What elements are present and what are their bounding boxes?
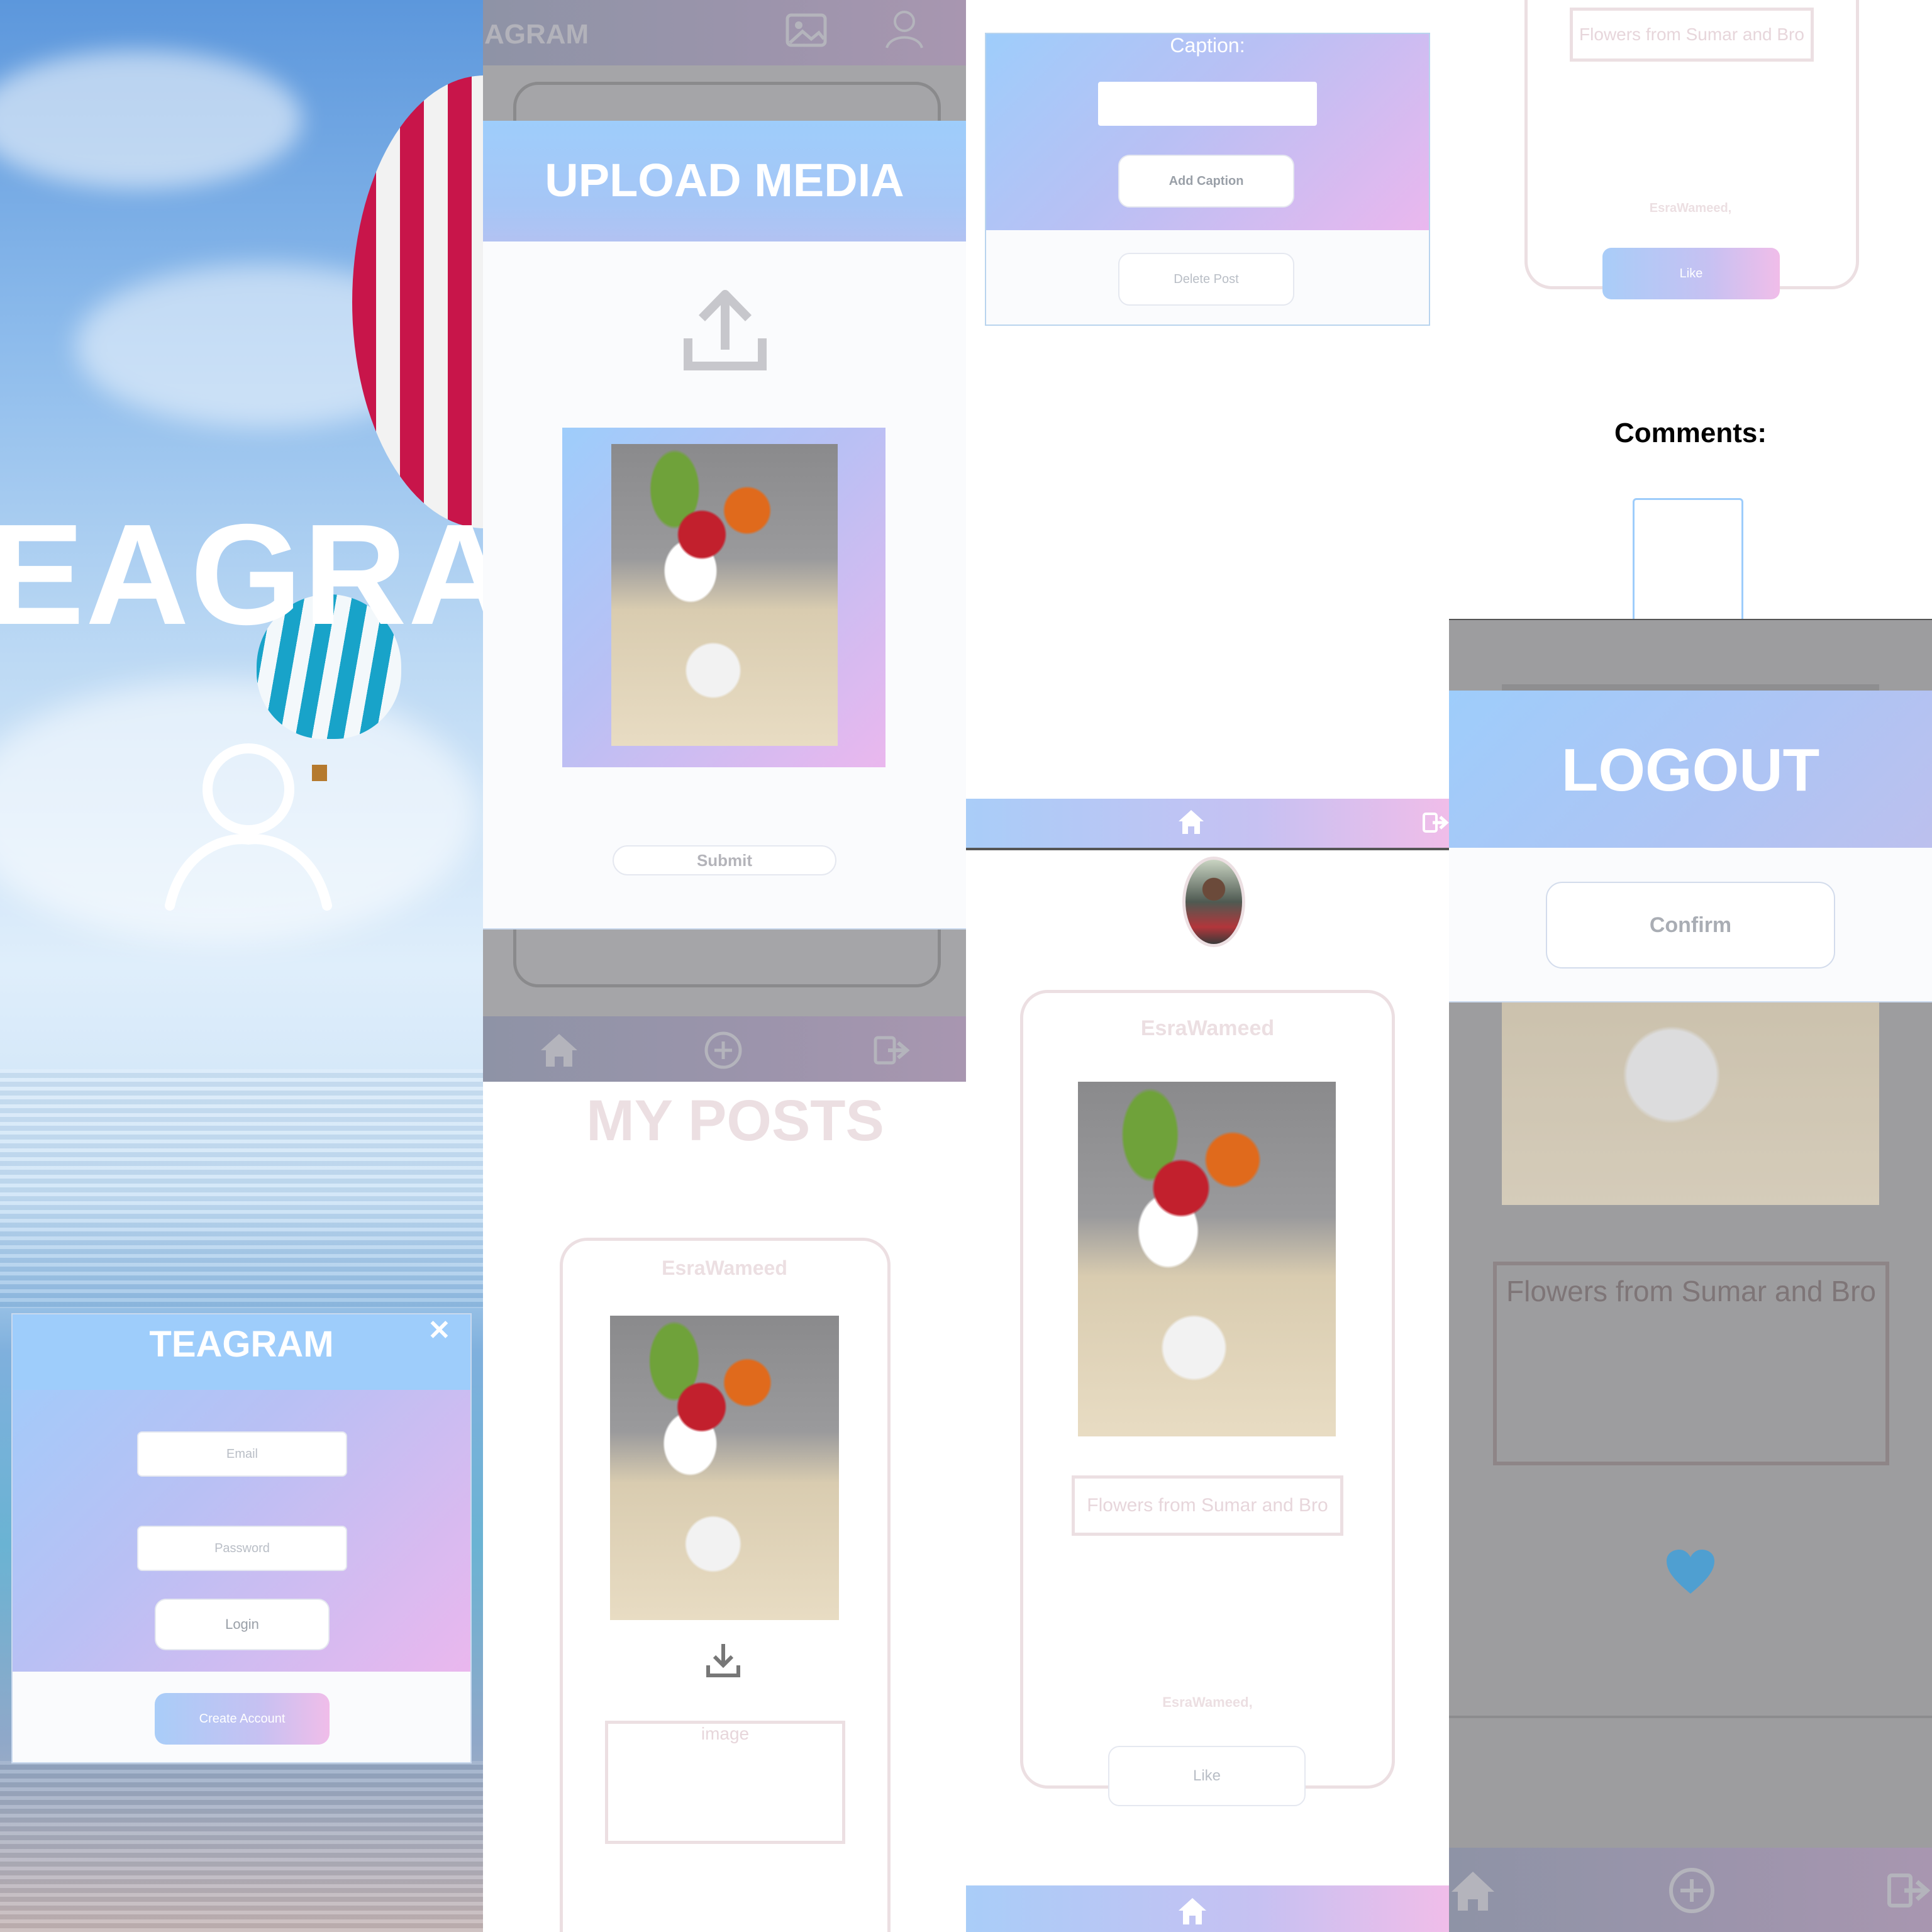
my-posts-title: MY POSTS xyxy=(586,1089,884,1153)
home-icon[interactable] xyxy=(1177,809,1205,835)
user-icon xyxy=(157,736,340,912)
bottom-nav xyxy=(966,799,1449,850)
caption-placeholder: image xyxy=(701,1724,750,1743)
post-username: EsraWameed xyxy=(1140,1016,1275,1040)
login-button[interactable]: Login xyxy=(155,1599,330,1650)
post-image xyxy=(1078,1082,1336,1436)
login-screen: EAGRA TEAGRAM ✕ Email Password Login Cre… xyxy=(0,0,483,1932)
cloud xyxy=(0,50,302,189)
password-field[interactable]: Password xyxy=(137,1526,347,1571)
uploaded-image xyxy=(611,444,838,746)
logout-modal: LOGOUT Confirm xyxy=(1449,691,1932,1002)
logout-screen: Flowers from Sumar and Bro LOGOUT Confir… xyxy=(1449,619,1932,1932)
delete-post-button[interactable]: Delete Post xyxy=(1118,253,1294,306)
caption-input[interactable] xyxy=(1098,82,1317,126)
comment-input[interactable] xyxy=(1633,498,1743,619)
caption-edit-screen: Caption: Add Caption Delete Post xyxy=(966,0,1449,853)
home-icon[interactable] xyxy=(1177,1897,1208,1926)
logout-modal-title: LOGOUT xyxy=(1561,736,1820,804)
close-icon[interactable]: ✕ xyxy=(428,1314,451,1346)
home-icon[interactable] xyxy=(538,1031,580,1069)
user-icon[interactable] xyxy=(884,9,924,50)
post-username: EsraWameed xyxy=(662,1257,787,1279)
image-icon[interactable] xyxy=(784,11,830,49)
post-image xyxy=(610,1316,839,1620)
likes-text: EsraWameed, xyxy=(1649,201,1732,215)
submit-button[interactable]: Submit xyxy=(613,845,836,875)
app-logo: EAGRA xyxy=(0,495,483,655)
likes-text: EsraWameed, xyxy=(1162,1694,1253,1710)
header-logo: AGRAM xyxy=(484,19,589,50)
heart-icon[interactable] xyxy=(1665,1548,1716,1595)
divider xyxy=(1449,1716,1932,1718)
upload-icon[interactable] xyxy=(683,289,767,371)
post-caption: Flowers from Sumar and Bro xyxy=(1072,1475,1343,1536)
caption-modal: Caption: Add Caption Delete Post xyxy=(985,33,1430,326)
upload-screen: AGRAM UPLOAD MEDIA Submit xyxy=(483,0,966,1082)
background-caption-box: Flowers from Sumar and Bro xyxy=(1493,1262,1889,1465)
post-caption: Flowers from Sumar and Bro xyxy=(1570,8,1814,62)
email-field[interactable]: Email xyxy=(137,1431,347,1477)
like-button[interactable]: Like xyxy=(1108,1746,1306,1806)
add-caption-button[interactable]: Add Caption xyxy=(1118,155,1294,208)
login-modal-title: TEAGRAM xyxy=(149,1324,334,1365)
comments-label: Comments: xyxy=(1614,418,1767,448)
home-icon[interactable] xyxy=(1449,1869,1497,1913)
avatar[interactable] xyxy=(1182,857,1245,947)
caption-label: Caption: xyxy=(1170,34,1245,57)
top-divider xyxy=(1449,619,1932,620)
background-caption: Flowers from Sumar and Bro xyxy=(1506,1275,1876,1307)
post-detail-screen: Flowers from Sumar and Bro EsraWameed, L… xyxy=(1449,0,1932,619)
water-reflection xyxy=(0,1069,483,1308)
create-account-button[interactable]: Create Account xyxy=(155,1693,330,1745)
caption-input[interactable]: image xyxy=(605,1721,845,1844)
upload-modal-title: UPLOAD MEDIA xyxy=(545,154,904,206)
logout-icon[interactable] xyxy=(1887,1870,1931,1911)
logout-icon[interactable] xyxy=(1423,811,1449,834)
upload-modal: UPLOAD MEDIA Submit xyxy=(483,121,966,930)
login-modal: TEAGRAM ✕ Email Password Login Create Ac… xyxy=(11,1313,472,1763)
like-button[interactable]: Like xyxy=(1602,248,1780,299)
logout-icon[interactable] xyxy=(873,1033,911,1068)
add-circle-icon[interactable] xyxy=(703,1030,743,1070)
water-reflection xyxy=(0,1761,483,1932)
download-icon[interactable] xyxy=(704,1641,742,1679)
add-circle-icon[interactable] xyxy=(1668,1867,1716,1914)
feed-screen: EsraWameed Flowers from Sumar and Bro Es… xyxy=(966,853,1449,1932)
confirm-button[interactable]: Confirm xyxy=(1546,882,1835,969)
balloon-large xyxy=(352,75,483,528)
my-posts-screen: MY POSTS EsraWameed image xyxy=(483,1082,966,1932)
bottom-nav xyxy=(966,1885,1449,1932)
